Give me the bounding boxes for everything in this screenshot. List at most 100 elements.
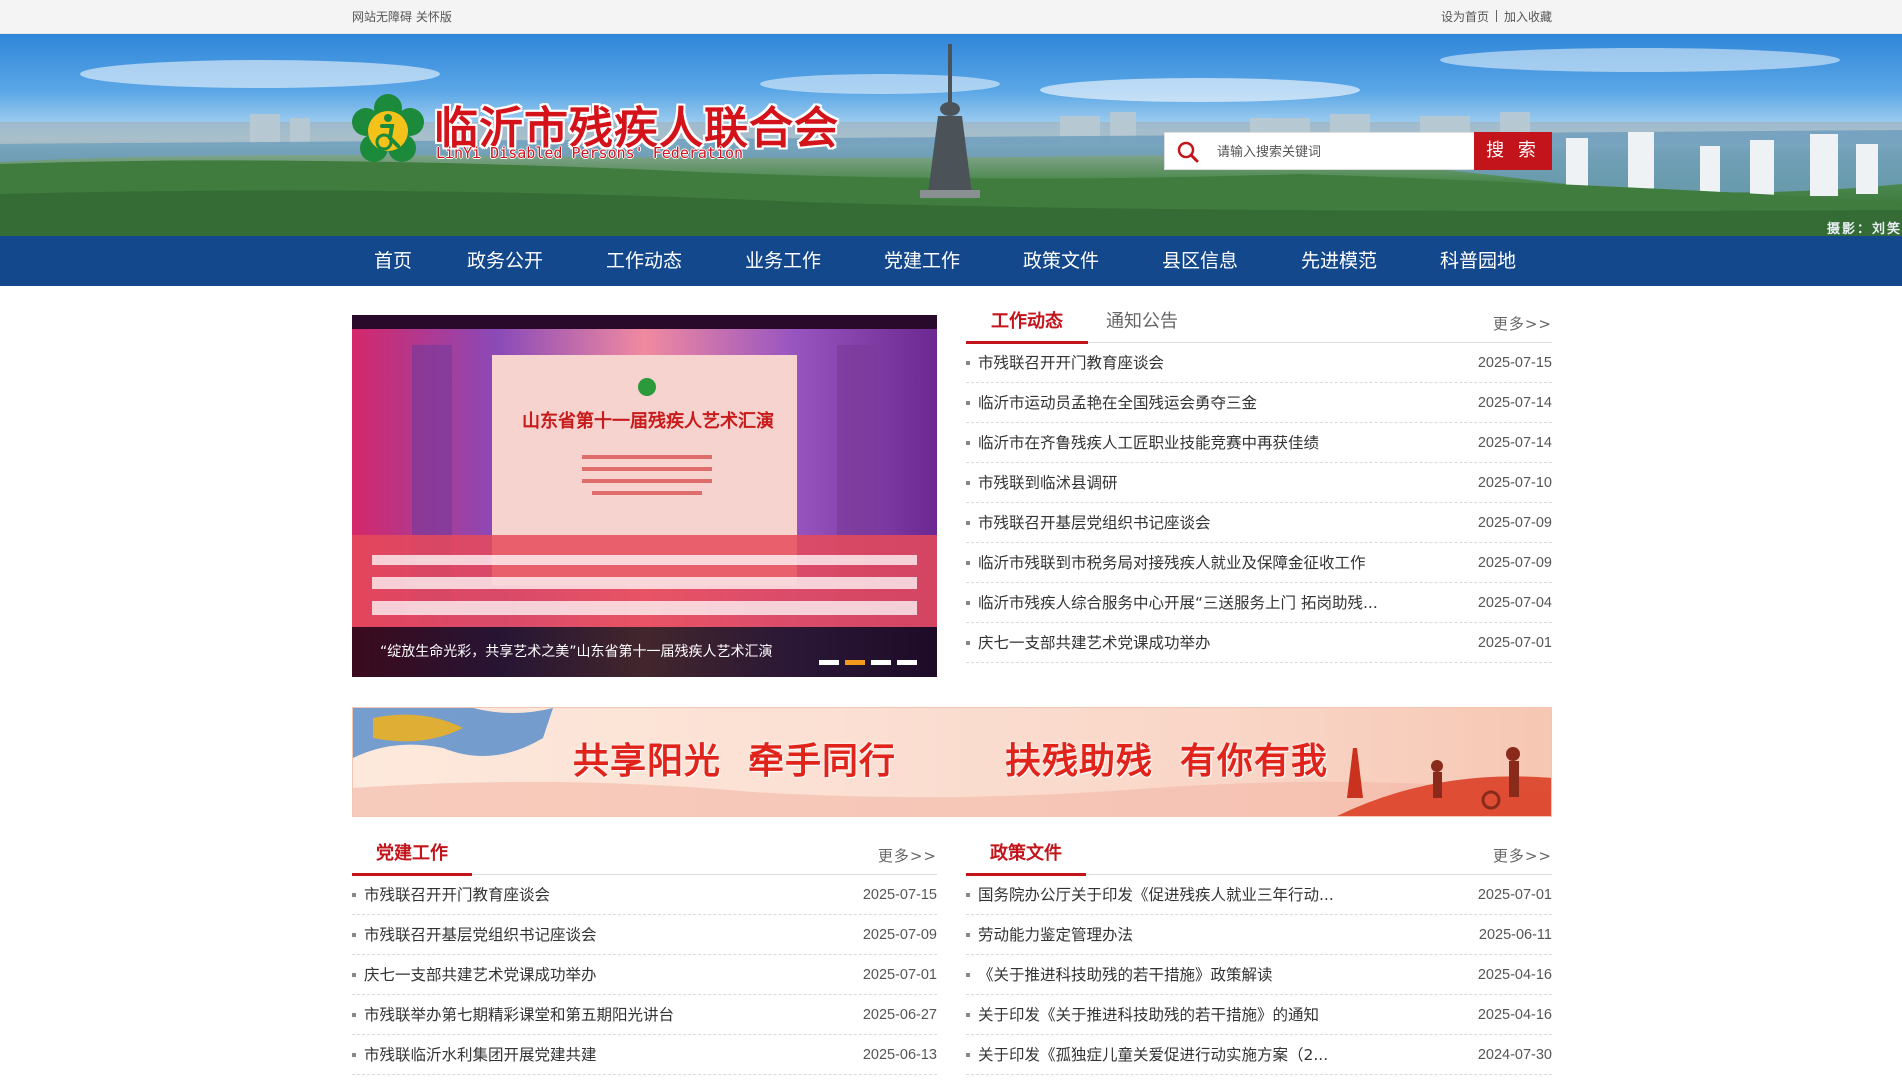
nav-item-business-work[interactable]: 业务工作 [738,236,828,286]
carousel-caption[interactable]: “绽放生命光彩，共享艺术之美”山东省第十一届残疾人艺术汇演 [380,627,820,677]
list-item-title[interactable]: 临沂市残联到市税务局对接残疾人就业及保障金征收工作 [978,543,1366,583]
list-item-title[interactable]: 国务院办公厅关于印发《促进残疾人就业三年行动... [978,875,1334,915]
carousel-image[interactable] [352,315,937,677]
list-item[interactable]: 临沂市残疾人综合服务中心开展“三送服务上门 拓岗助残... 2025-07-04 [966,583,1552,623]
list-item-title[interactable]: 关于印发《关于推进科技助残的若干措施》的通知 [978,995,1319,1035]
list-item-date: 2025-07-09 [862,927,937,943]
list-item[interactable]: 市残联举办第七期精彩课堂和第五期阳光讲台 2025-06-27 [352,995,937,1035]
search-button[interactable]: 搜 索 [1474,132,1552,170]
carousel-dots [813,650,917,669]
elder-mode-link[interactable]: 关怀版 [416,10,452,24]
list-item-title[interactable]: 关于印发《孤独症儿童关爱促进行动实施方案（2... [978,1035,1328,1075]
list-item-title[interactable]: 临沂市在齐鲁残疾人工匠职业技能竞赛中再获佳绩 [978,423,1319,463]
nav-item-home[interactable]: 首页 [352,236,434,286]
bullet-icon [966,441,970,445]
policy-more-link[interactable]: 更多>> [1493,837,1552,875]
tab-notices[interactable]: 通知公告 [1090,305,1194,343]
site-subtitle: LinYi Disabled Persons' Federation [436,144,744,162]
topbar-left: 网站无障碍 关怀版 [352,0,452,34]
accessibility-link[interactable]: 网站无障碍 [352,10,412,24]
list-item-title[interactable]: 庆七一支部共建艺术党课成功举办 [978,623,1211,663]
policy-panel: 政策文件 更多>> 国务院办公厅关于印发《促进残疾人就业三年行动... 2025-… [966,837,1552,1075]
list-item[interactable]: 劳动能力鉴定管理办法 2025-06-11 [966,915,1552,955]
stage-banner-text: 山东省第十一届残疾人艺术汇演 [522,411,774,432]
tv-tower [920,44,980,198]
tab-work-news[interactable]: 工作动态 [966,305,1088,344]
list-item-title[interactable]: 临沂市残疾人综合服务中心开展“三送服务上门 拓岗助残... [978,583,1378,623]
search-box: 搜 索 [1164,132,1552,170]
nav-item-county-info[interactable]: 县区信息 [1155,236,1245,286]
list-item[interactable]: 国务院办公厅关于印发《促进残疾人就业三年行动... 2025-07-01 [966,875,1552,915]
list-item-date: 2025-07-01 [862,967,937,983]
nav-item-party-building[interactable]: 党建工作 [877,236,967,286]
list-item[interactable]: 市残联召开开门教育座谈会 2025-07-15 [966,343,1552,383]
list-item-title[interactable]: 市残联举办第七期精彩课堂和第五期阳光讲台 [364,995,674,1035]
list-item[interactable]: 市残联召开基层党组织书记座谈会 2025-07-09 [966,503,1552,543]
list-item-title[interactable]: 市残联召开基层党组织书记座谈会 [978,503,1211,543]
nav-item-science-park[interactable]: 科普园地 [1433,236,1523,286]
list-item[interactable]: 市残联临沂水利集团开展党建共建 2025-06-13 [352,1035,937,1075]
list-item[interactable]: 《关于推进科技助残的若干措施》政策解读 2025-04-16 [966,955,1552,995]
carousel-dot[interactable] [897,660,917,665]
search-input[interactable] [1217,133,1475,169]
list-item-date: 2025-07-01 [1477,635,1552,651]
list-item[interactable]: 临沂市运动员孟艳在全国残运会勇夺三金 2025-07-14 [966,383,1552,423]
bullet-icon [966,361,970,365]
bullet-icon [966,601,970,605]
bullet-icon [966,481,970,485]
news-tabs: 工作动态 通知公告 更多>> [966,305,1552,344]
nav-item-work-news[interactable]: 工作动态 [599,236,689,286]
nav-item-government-affairs[interactable]: 政务公开 [460,236,550,286]
list-item-date: 2025-07-15 [862,887,937,903]
list-item[interactable]: 临沂市在齐鲁残疾人工匠职业技能竞赛中再获佳绩 2025-07-14 [966,423,1552,463]
nav-item-role-models[interactable]: 先进模范 [1294,236,1384,286]
list-item-title[interactable]: 市残联临沂水利集团开展党建共建 [364,1035,597,1075]
list-item-title[interactable]: 《关于推进科技助残的若干措施》政策解读 [978,955,1273,995]
bullet-icon [966,893,970,897]
bullet-icon [352,1053,356,1057]
list-item-title[interactable]: 劳动能力鉴定管理办法 [978,915,1133,955]
policy-list: 国务院办公厅关于印发《促进残疾人就业三年行动... 2025-07-01 劳动能力鉴… [966,875,1552,1075]
carousel-dot[interactable] [871,660,891,665]
news-carousel[interactable]: 山东省第十一届残疾人艺术汇演 “绽放生命光彩，共享艺术之美”山东省第十一届残疾人… [352,315,937,677]
party-more-link[interactable]: 更多>> [878,837,937,875]
list-item-title[interactable]: 临沂市运动员孟艳在全国残运会勇夺三金 [978,383,1257,423]
list-item-title[interactable]: 市残联召开开门教育座谈会 [978,343,1164,383]
bullet-icon [966,933,970,937]
slogan-decoration [353,708,1551,816]
bullet-icon [352,893,356,897]
list-item-date: 2025-07-15 [1477,355,1552,371]
list-item[interactable]: 市残联召开基层党组织书记座谈会 2025-07-09 [352,915,937,955]
bullet-icon [966,561,970,565]
carousel-dot-active[interactable] [845,660,865,665]
list-item-title[interactable]: 市残联到临沭县调研 [978,463,1118,503]
list-item-title[interactable]: 市残联召开开门教育座谈会 [364,875,550,915]
news-list: 市残联召开开门教育座谈会 2025-07-15 临沂市运动员孟艳在全国残运会勇夺三金… [966,343,1552,663]
list-item[interactable]: 市残联到临沭县调研 2025-07-10 [966,463,1552,503]
list-item[interactable]: 市残联召开开门教育座谈会 2025-07-15 [352,875,937,915]
tab-party-building[interactable]: 党建工作 [352,837,472,876]
list-item[interactable]: 关于印发《孤独症儿童关爱促进行动实施方案（2... 2024-07-30 [966,1035,1552,1075]
set-homepage-link[interactable]: 设为首页 [1441,10,1489,24]
list-item-title[interactable]: 庆七一支部共建艺术党课成功举办 [364,955,597,995]
carousel-dot[interactable] [819,660,839,665]
list-item[interactable]: 庆七一支部共建艺术党课成功举办 2025-07-01 [352,955,937,995]
bullet-icon [966,401,970,405]
slogan-you-and-me: 有你有我 [1180,740,1329,782]
slogan-banner[interactable]: 共享阳光 牵手同行 扶残助残 有你有我 [352,707,1552,817]
list-item[interactable]: 临沂市残联到市税务局对接残疾人就业及保障金征收工作 2025-07-09 [966,543,1552,583]
main-nav: 首页 政务公开 工作动态 业务工作 党建工作 政策文件 县区信息 先进模范 科普… [0,236,1902,286]
add-favorite-link[interactable]: 加入收藏 [1504,10,1552,24]
party-list: 市残联召开开门教育座谈会 2025-07-15 市残联召开基层党组织书记座谈会 202… [352,875,937,1075]
party-tabs: 党建工作 更多>> [352,837,937,876]
nav-item-policy-documents[interactable]: 政策文件 [1016,236,1106,286]
federation-logo[interactable] [352,94,424,166]
list-item-date: 2025-06-13 [862,1047,937,1063]
list-item-date: 2025-07-14 [1477,395,1552,411]
bullet-icon [352,933,356,937]
list-item[interactable]: 庆七一支部共建艺术党课成功举办 2025-07-01 [966,623,1552,663]
list-item-title[interactable]: 市残联召开基层党组织书记座谈会 [364,915,597,955]
list-item[interactable]: 关于印发《关于推进科技助残的若干措施》的通知 2025-04-16 [966,995,1552,1035]
news-more-link[interactable]: 更多>> [1493,305,1552,343]
tab-policy-documents[interactable]: 政策文件 [966,837,1086,876]
